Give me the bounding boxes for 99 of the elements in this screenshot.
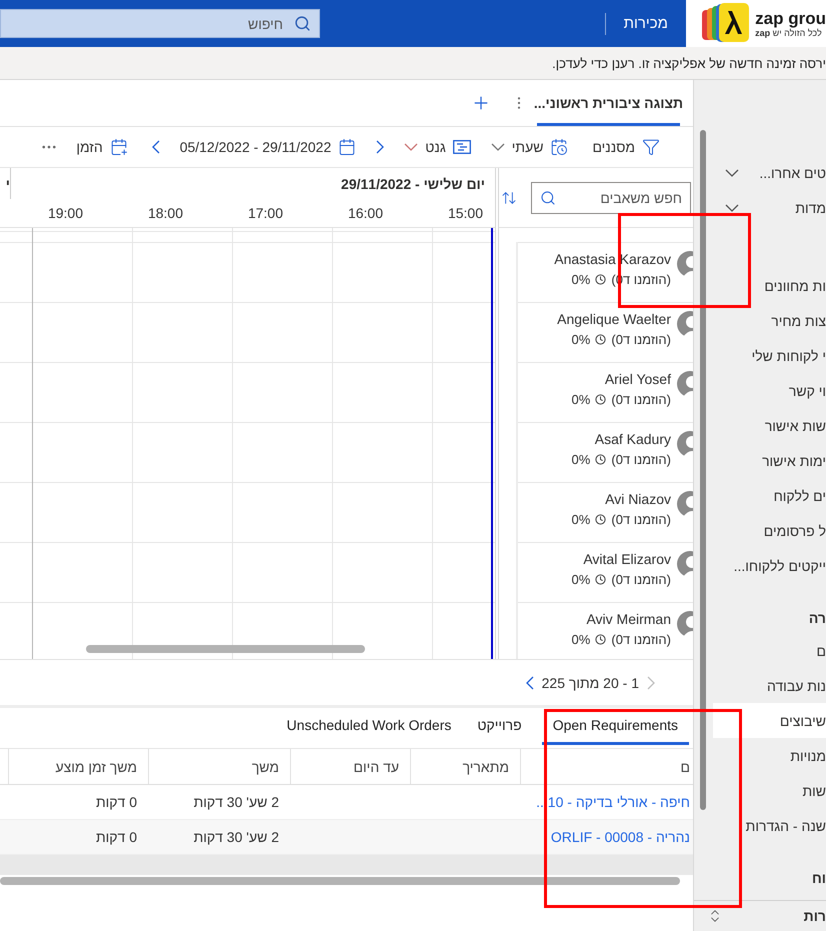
- next-page-button[interactable]: [526, 676, 534, 690]
- filter-icon: [642, 138, 660, 156]
- resolution-dropdown[interactable]: שעתי: [490, 138, 568, 156]
- view-tab[interactable]: תצוגה ציבורית ראשוני...: [537, 80, 680, 126]
- calendar-icon: [338, 138, 356, 156]
- hour-label: 19:00: [46, 205, 84, 222]
- filters-button[interactable]: מסננים: [592, 138, 660, 156]
- nav-section-title: וח: [810, 869, 826, 888]
- view-dropdown[interactable]: גנט: [404, 139, 471, 155]
- booked-time: (הוזמנו ד0): [611, 632, 671, 647]
- utilization-percent: 0%: [572, 332, 590, 347]
- calendar-plus-icon: [110, 138, 128, 156]
- resource-name: Anastasia Karazov: [554, 251, 671, 267]
- book-button[interactable]: הזמן: [76, 138, 128, 156]
- booked-time: (הוזמנו ד0): [611, 452, 671, 467]
- hour-label: 16:00: [346, 205, 384, 222]
- search-field[interactable]: חיפוש: [0, 9, 320, 38]
- nav-item[interactable]: מנויות: [694, 738, 826, 773]
- nav-item[interactable]: וי קשר: [694, 373, 826, 408]
- scrollbar[interactable]: [0, 877, 680, 885]
- utilization-percent: 0%: [572, 452, 590, 467]
- utilization-percent: 0%: [572, 392, 590, 407]
- scrollbar[interactable]: [86, 645, 365, 653]
- table-cell-text: 0 דקות: [94, 793, 138, 812]
- nav-item[interactable]: צות מחיר: [694, 303, 826, 338]
- area-switcher[interactable]: רות: [694, 900, 826, 931]
- nav-group-toggle[interactable]: טים אחרו...: [694, 155, 826, 190]
- nav-item[interactable]: שות: [694, 773, 826, 808]
- calendar-clock-icon: [550, 138, 568, 156]
- resource-name: Avi Niazov: [604, 491, 671, 507]
- resource-name: Aviv Meirman: [585, 611, 671, 627]
- table-cell-text: 0 דקות: [94, 828, 138, 847]
- nav-item[interactable]: שיבוצים: [713, 703, 826, 738]
- clock-icon: [595, 394, 606, 405]
- nav-item[interactable]: ים ללקוח: [694, 478, 826, 513]
- date-range-picker[interactable]: 29/11/2022 - 05/12/2022: [180, 138, 356, 156]
- caret-icon: [404, 143, 418, 151]
- clock-icon: [595, 334, 606, 345]
- booked-time: (הוזמנו ד0): [611, 512, 671, 527]
- resource-search-field[interactable]: חפש משאבים: [531, 182, 691, 214]
- tab[interactable]: Unscheduled Work Orders: [276, 708, 462, 745]
- gantt-icon: [452, 140, 471, 154]
- clock-icon: [595, 634, 606, 645]
- next-icon[interactable]: [376, 140, 384, 154]
- nav-group-toggle[interactable]: מדות: [694, 190, 826, 225]
- app-name: מכירות: [622, 14, 669, 34]
- resource-name: Ariel Yosef: [604, 371, 671, 387]
- nav-item[interactable]: ייקטים ללקוחו...: [694, 548, 826, 583]
- booked-time: (הוזמנו ד0): [611, 392, 671, 407]
- resource-name: Avital Elizarov: [582, 551, 671, 567]
- scrollbar[interactable]: [700, 130, 706, 810]
- hour-label: 18:00: [146, 205, 184, 222]
- notification-text: ירסה זמינה חדשה של אפליקציה זו. רענן כדי לעדכן.: [552, 56, 826, 70]
- logo-text: zap grou: [755, 10, 826, 28]
- nav-item[interactable]: שנה - הגדרות: [694, 808, 826, 843]
- column-header[interactable]: עד היום: [290, 749, 410, 784]
- nav-item[interactable]: ימות אישור: [694, 443, 826, 478]
- tab[interactable]: פרוייקט: [466, 708, 533, 745]
- column-header[interactable]: משך: [148, 749, 290, 784]
- chevron-right-icon: [647, 676, 655, 690]
- chevron-left-icon: [526, 676, 534, 690]
- search-icon: [294, 15, 311, 32]
- chevron-down-icon: [725, 204, 739, 212]
- nav-section-title: רה: [808, 609, 826, 628]
- requirement-link[interactable]: נהריה - ORLIF - 00008: [550, 829, 690, 845]
- column-header[interactable]: משך זמן מוצע: [8, 749, 148, 784]
- column-header[interactable]: מתאריך: [410, 749, 520, 784]
- table-cell-text: 2 שע' 30 דקות: [192, 793, 280, 812]
- booked-time: (הוזמנו ד0): [611, 332, 671, 347]
- day-label: יום שלישי - 29/11/2022: [341, 176, 485, 192]
- previous-icon[interactable]: [152, 140, 160, 154]
- clock-icon: [595, 514, 606, 525]
- table-cell-text: 2 שע' 30 דקות: [192, 828, 280, 847]
- clock-icon: [595, 274, 606, 285]
- nav-item[interactable]: נות עבודה: [694, 668, 826, 703]
- utilization-percent: 0%: [572, 632, 590, 647]
- sort-icon[interactable]: [501, 190, 517, 206]
- utilization-percent: 0%: [572, 272, 590, 287]
- utilization-percent: 0%: [572, 512, 590, 527]
- nav-item[interactable]: ל פרסומים: [694, 513, 826, 548]
- nav-item[interactable]: שות אישור: [694, 408, 826, 443]
- day-label: י: [6, 176, 10, 192]
- nav-item[interactable]: י לקוחות שלי: [694, 338, 826, 373]
- column-header[interactable]: ם: [520, 749, 693, 784]
- tab[interactable]: Open Requirements: [542, 708, 689, 745]
- booked-time: (הוזמנו ד0): [611, 572, 671, 587]
- caret-icon: [490, 143, 505, 151]
- hour-label: 15:00: [446, 205, 484, 222]
- resource-name: Angelique Waelter: [557, 311, 671, 327]
- hour-label: 17:00: [246, 205, 284, 222]
- clock-icon: [595, 454, 606, 465]
- page-range: 1 - 20 מתוך 225: [542, 674, 639, 690]
- clock-icon: [595, 574, 606, 585]
- chevron-down-icon: [725, 168, 739, 176]
- resource-name: Asaf Kadury: [594, 431, 671, 447]
- nav-item[interactable]: ם: [694, 633, 826, 668]
- nav-item[interactable]: ות מחוונים: [694, 268, 826, 303]
- utilization-percent: 0%: [572, 572, 590, 587]
- search-icon: [540, 190, 556, 206]
